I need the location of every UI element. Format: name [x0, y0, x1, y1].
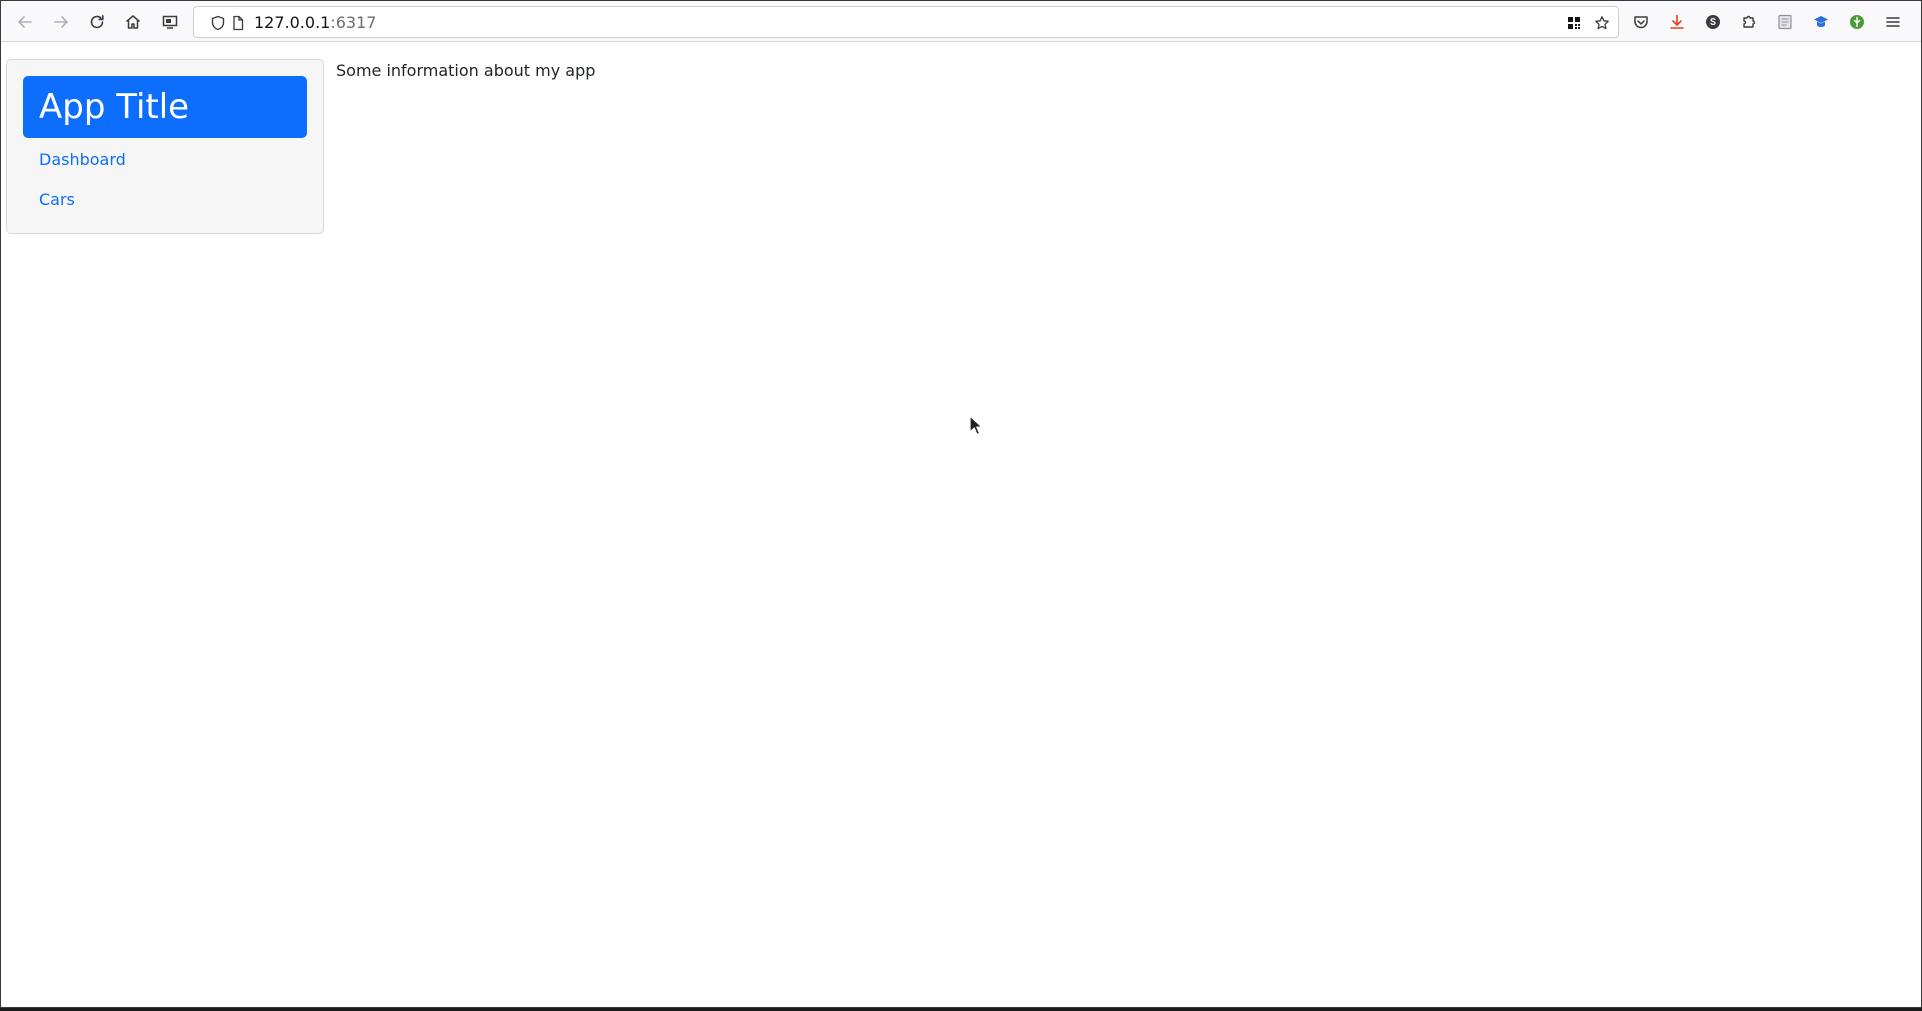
- arrow-left-icon: [18, 16, 32, 28]
- forward-button[interactable]: [47, 8, 75, 36]
- page-icon[interactable]: [228, 13, 248, 33]
- shield-icon[interactable]: [208, 13, 228, 33]
- downloads-button[interactable]: [1663, 8, 1691, 36]
- extension-green-button[interactable]: [1843, 8, 1871, 36]
- mouse-cursor-icon: [969, 415, 983, 436]
- app-info-text: Some information about my app: [336, 61, 596, 80]
- sidebar-panel: App Title Dashboard Cars: [6, 59, 324, 234]
- account-icon: [1706, 15, 1720, 29]
- home-icon: [126, 15, 140, 29]
- browser-toolbar: 127.0.0.1:6317: [1, 1, 1921, 42]
- reload-icon: [90, 15, 104, 29]
- nav-link-cars[interactable]: Cars: [39, 190, 75, 210]
- url-port: :6317: [330, 13, 377, 32]
- screenshot-button[interactable]: [156, 8, 184, 36]
- reader-button[interactable]: [1771, 8, 1799, 36]
- puzzle-icon: [1743, 15, 1756, 28]
- url-host: 127.0.0.1: [254, 13, 331, 32]
- url-text[interactable]: 127.0.0.1:6317: [254, 14, 376, 32]
- arrow-right-icon: [54, 16, 68, 28]
- pocket-button[interactable]: [1627, 8, 1655, 36]
- url-bar[interactable]: 127.0.0.1:6317: [193, 6, 1619, 38]
- cap-icon: [1814, 16, 1828, 27]
- browser-window: 127.0.0.1:6317 App Title Dashboard Cars …: [0, 0, 1922, 1008]
- extension-blue-button[interactable]: [1807, 8, 1835, 36]
- back-button[interactable]: [11, 8, 39, 36]
- download-icon: [1670, 14, 1684, 29]
- hamburger-menu-icon: [1886, 17, 1900, 27]
- menu-button[interactable]: [1879, 8, 1907, 36]
- page-content: App Title Dashboard Cars Some informatio…: [1, 43, 1921, 1007]
- home-button[interactable]: [119, 8, 147, 36]
- account-button[interactable]: [1699, 8, 1727, 36]
- nav-link-dashboard[interactable]: Dashboard: [39, 150, 126, 170]
- qr-code-icon[interactable]: [1564, 13, 1584, 33]
- star-icon[interactable]: [1592, 13, 1612, 33]
- pocket-icon: [1634, 16, 1648, 29]
- leaf-icon: [1850, 15, 1864, 29]
- reader-icon: [1778, 14, 1792, 30]
- screenshot-icon: [162, 15, 178, 29]
- reload-button[interactable]: [83, 8, 111, 36]
- app-title: App Title: [23, 76, 307, 138]
- extensions-button[interactable]: [1735, 8, 1763, 36]
